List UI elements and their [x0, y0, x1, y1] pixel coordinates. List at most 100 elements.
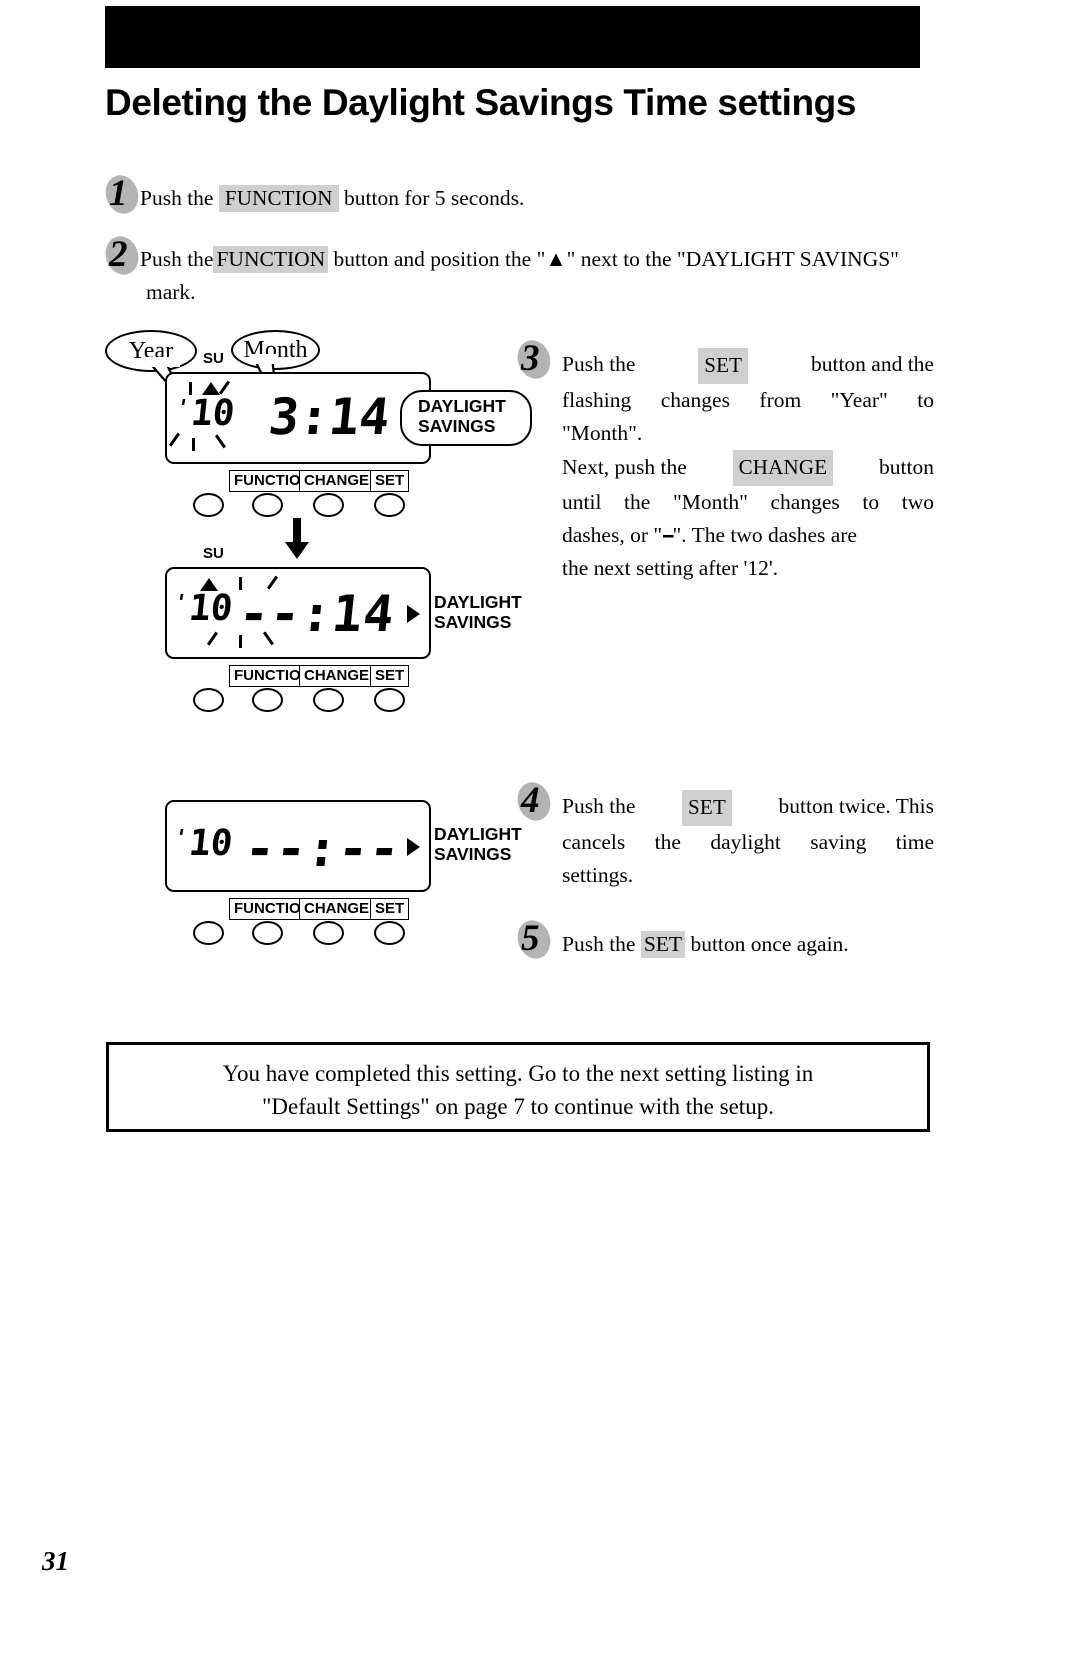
device-button-circle-change[interactable] [313, 921, 344, 945]
device-button-set-label[interactable]: SET [370, 898, 410, 920]
step-number-label: 2 [109, 234, 128, 275]
device-button-circle-set[interactable] [374, 921, 405, 945]
step-4-line-2: cancels the daylight saving time [562, 826, 934, 859]
daylight-savings-pointer [407, 605, 420, 623]
step-1-text-after: button for 5 seconds. [344, 186, 525, 210]
step-5-line1-a: Push the [562, 932, 636, 956]
daylight-label-line-2: SAVINGS [434, 844, 512, 864]
device-button-circle-set[interactable] [374, 688, 405, 712]
display-3-daylight-label: DAYLIGHT SAVINGS [434, 824, 522, 864]
device-button-change-label[interactable]: CHANGE [299, 470, 375, 492]
flash-tick [192, 438, 195, 451]
completion-note-box: You have completed this setting. Go to t… [106, 1042, 930, 1132]
key-set: SET [682, 790, 732, 826]
flash-tick [189, 382, 192, 395]
step-3-line4-b: button [879, 455, 934, 479]
step-2-text-mid: button and position the "▲" next to the … [333, 247, 899, 271]
two-dashes-glyph: -- [662, 523, 674, 547]
device-button-circle-function[interactable] [252, 493, 283, 517]
display-1-daylight-bubble: DAYLIGHT SAVINGS [400, 390, 532, 446]
step-number-2: 2 [100, 232, 144, 279]
step-number-5: 5 [512, 916, 556, 963]
step-3-line5: until the "Month" changes to two [562, 490, 934, 514]
page-title: Deleting the Daylight Savings Time setti… [105, 82, 857, 123]
display-2-year: 10 [186, 588, 235, 629]
completion-note-line-2: "Default Settings" on page 7 to continue… [262, 1094, 774, 1119]
step-3-line1-b: button and the [810, 352, 934, 376]
step-2-text-before: Push the [140, 247, 214, 271]
device-button-set-label[interactable]: SET [370, 470, 410, 492]
step-2-text-cont: mark. [146, 280, 196, 304]
daylight-savings-pointer [407, 838, 420, 856]
step-4-line1-b: button twice. This [778, 794, 934, 818]
completion-note-line-1: You have completed this setting. Go to t… [222, 1061, 814, 1086]
device-button-circle[interactable] [193, 688, 224, 712]
step-4-line2: cancels the daylight saving time [562, 830, 934, 854]
step-4-line1-a: Push the [562, 794, 636, 818]
step-3-line4-a: Next, push the [562, 455, 687, 479]
device-button-circle-function[interactable] [252, 921, 283, 945]
step-3-line-6: dashes, or "--". The two dashes are [562, 519, 934, 552]
device-button-circle-change[interactable] [313, 493, 344, 517]
device-button-circle[interactable] [193, 921, 224, 945]
display-3-year: 10 [186, 823, 235, 864]
daylight-label-line-1: DAYLIGHT [434, 824, 522, 844]
year-apostrophe: ' [174, 826, 186, 851]
step-3-line-4: Next, push the CHANGE button [562, 450, 934, 486]
step-4: 4 Push the SET button twice. This cancel… [512, 778, 934, 892]
step-4-line-3: settings. [562, 863, 634, 887]
step-1-text-before: Push the [140, 186, 214, 210]
device-button-change-label[interactable]: CHANGE [299, 898, 375, 920]
key-set: SET [698, 348, 749, 384]
step-3: 3 Push the SET button and the flashing c… [512, 336, 934, 585]
device-button-circle[interactable] [193, 493, 224, 517]
step-number-label: 4 [521, 780, 540, 821]
step-3-line6-a: dashes, or " [562, 523, 663, 547]
step-number-1: 1 [100, 171, 144, 218]
step-3-line2: flashing changes from "Year" to [562, 388, 934, 412]
device-button-circle-set[interactable] [374, 493, 405, 517]
step-3-line6-b: ". The two dashes are [672, 523, 857, 547]
step-number-label: 3 [521, 338, 540, 379]
display-1-weekday: SU [203, 350, 224, 367]
step-5: 5 Push the SET button once again. [512, 916, 934, 963]
display-2-weekday: SU [203, 545, 224, 562]
device-button-set-label[interactable]: SET [370, 665, 410, 687]
down-arrow-icon [285, 518, 309, 559]
step-3-line-7: the next setting after '12'. [562, 556, 779, 580]
flash-tick [168, 432, 180, 447]
step-3-line-2: flashing changes from "Year" to [562, 384, 934, 417]
step-3-line-1: Push the SET button and the [562, 348, 934, 384]
display-2-daylight-label: DAYLIGHT SAVINGS [434, 592, 522, 632]
lcd-display-3: ' 10 --:-- [165, 800, 431, 892]
step-4-line-1: Push the SET button twice. This [562, 790, 934, 826]
device-button-circle-function[interactable] [252, 688, 283, 712]
step-number-4: 4 [512, 778, 556, 825]
daylight-label-line-1: DAYLIGHT [418, 396, 506, 416]
step-number-label: 5 [521, 918, 540, 959]
step-3-line1-a: Push the [562, 352, 636, 376]
display-3-time: --:-- [241, 820, 404, 878]
daylight-label-line-2: SAVINGS [434, 612, 512, 632]
step-number-3: 3 [512, 336, 556, 383]
step-number-label: 1 [109, 173, 128, 214]
page-number: 31 [42, 1546, 69, 1576]
year-apostrophe: ' [174, 591, 186, 616]
device-button-change-label[interactable]: CHANGE [299, 665, 375, 687]
key-change: CHANGE [732, 450, 834, 486]
display-2-time: --:14 [235, 585, 398, 643]
daylight-label-line-1: DAYLIGHT [434, 592, 522, 612]
flash-tick [214, 434, 226, 449]
step-3-line-5: until the "Month" changes to two [562, 486, 934, 519]
display-1-time: 3:14 [265, 388, 393, 446]
step-1: 1 Push the FUNCTION button for 5 seconds… [100, 171, 936, 218]
up-triangle-marker [200, 578, 218, 591]
up-triangle-marker [202, 382, 220, 395]
lcd-display-1: ' 10 3:14 [165, 372, 431, 464]
step-3-line-3: "Month". [562, 421, 643, 445]
manual-page: Deleting the Daylight Savings Time setti… [0, 0, 1080, 1669]
completion-note-text: You have completed this setting. Go to t… [109, 1057, 927, 1123]
device-button-circle-change[interactable] [313, 688, 344, 712]
header-black-bar [105, 6, 920, 68]
year-apostrophe: ' [176, 396, 188, 421]
